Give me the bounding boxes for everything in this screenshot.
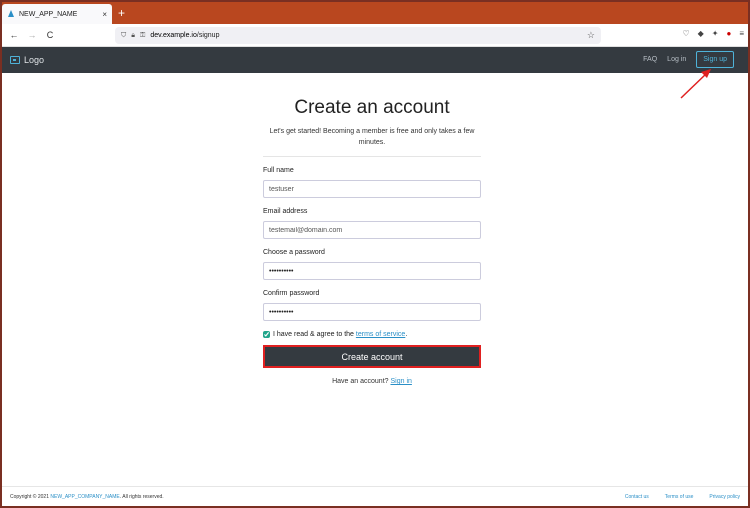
logo-image-icon: [10, 56, 20, 64]
ublock-icon[interactable]: ●: [726, 29, 731, 38]
new-tab-button[interactable]: +: [118, 6, 125, 20]
password-label: Choose a password: [263, 249, 325, 256]
terms-agreement: I have read & agree to the terms of serv…: [263, 331, 481, 338]
page-title: Create an account: [294, 97, 450, 118]
copyright-text: Copyright © 2021: [10, 493, 51, 500]
logo-text: Logo: [24, 55, 45, 65]
nav-login-link[interactable]: Log in: [667, 56, 686, 63]
tab-strip: NEW_APP_NAME × +: [2, 2, 748, 24]
have-account-text: Have an account?: [332, 378, 391, 385]
company-link[interactable]: NEW_APP_COMPANY_NAME: [50, 494, 119, 500]
terms-checkbox[interactable]: [263, 331, 270, 338]
terms-of-use-link[interactable]: Terms of use: [665, 494, 694, 500]
terms-text: I have read & agree to the: [273, 331, 354, 338]
email-label: Email address: [263, 208, 308, 215]
fullname-input[interactable]: [263, 180, 481, 198]
key-icon[interactable]: ⚿: [140, 32, 145, 40]
rights-text: . All rights reserved.: [119, 493, 164, 500]
create-account-button[interactable]: Create account: [263, 345, 481, 368]
fullname-label: Full name: [263, 167, 294, 174]
toolbar-extensions: ♡ ◆ ✦ ● ≡: [682, 29, 744, 38]
shield-icon[interactable]: ⛉: [121, 32, 126, 40]
password-input[interactable]: [263, 262, 481, 280]
tab-active[interactable]: NEW_APP_NAME ×: [2, 4, 112, 24]
page-subtitle: Let's get started! Becoming a member is …: [269, 128, 475, 146]
terms-period: .: [405, 331, 408, 338]
main-content: Create an account Let's get started! Bec…: [2, 73, 748, 486]
back-button[interactable]: ←: [6, 30, 22, 40]
terms-of-service-link[interactable]: terms of service: [356, 331, 405, 338]
privacy-policy-link[interactable]: Privacy policy: [709, 494, 740, 500]
confirm-password-label: Confirm password: [263, 290, 320, 297]
forward-button[interactable]: →: [24, 30, 40, 40]
signin-link[interactable]: Sign in: [390, 378, 411, 385]
app-favicon-icon: [8, 10, 14, 17]
copyright: Copyright © 2021 NEW_APP_COMPANY_NAME. A…: [10, 494, 609, 500]
tab-title: NEW_APP_NAME: [19, 10, 78, 18]
pocket-icon[interactable]: ♡: [682, 29, 689, 38]
browser-navbar: ← → C ⛉ 🔒︎ ⚿ dev.example.io/signup ☆ ♡ ◆…: [2, 24, 748, 47]
bookmark-star-icon[interactable]: ☆: [587, 30, 595, 41]
site-footer: Copyright © 2021 NEW_APP_COMPANY_NAME. A…: [2, 486, 748, 506]
puzzle-icon[interactable]: ✦: [712, 29, 719, 38]
lock-icon[interactable]: 🔒︎: [131, 32, 135, 40]
url-text[interactable]: dev.example.io/signup: [150, 32, 587, 39]
extension-icon[interactable]: ◆: [698, 29, 704, 38]
signin-prompt: Have an account? Sign in: [263, 378, 481, 385]
nav-signup-button[interactable]: Sign up: [696, 51, 734, 68]
email-input[interactable]: [263, 221, 481, 239]
header-nav: FAQ Log in Sign up: [643, 51, 734, 68]
browser-window: NEW_APP_NAME × + ← → C ⛉ 🔒︎ ⚿ dev.exampl…: [2, 2, 748, 506]
divider: [263, 156, 481, 157]
nav-faq-link[interactable]: FAQ: [643, 56, 657, 63]
menu-icon[interactable]: ≡: [739, 29, 744, 38]
signup-form: Create an account Let's get started! Bec…: [263, 73, 481, 385]
reload-button[interactable]: C: [42, 30, 58, 40]
confirm-password-input[interactable]: [263, 303, 481, 321]
contact-link[interactable]: Contact us: [625, 494, 649, 500]
tab-close-icon[interactable]: ×: [102, 10, 107, 19]
url-bar[interactable]: ⛉ 🔒︎ ⚿ dev.example.io/signup ☆: [115, 27, 601, 44]
site-logo[interactable]: Logo: [10, 55, 44, 65]
site-header: Logo FAQ Log in Sign up: [2, 47, 748, 73]
